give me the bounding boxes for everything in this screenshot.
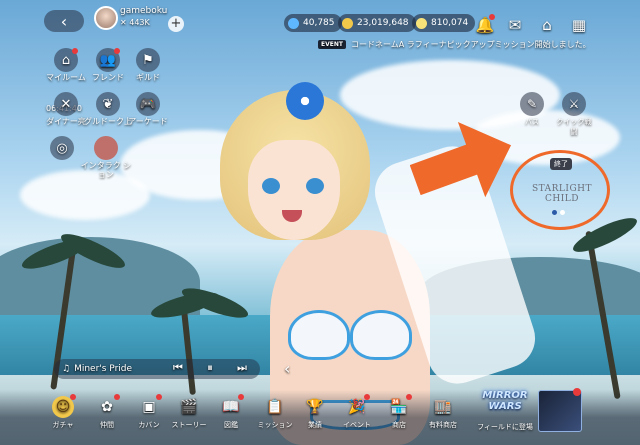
- mirror-wars-label: フィールドに登場: [477, 423, 533, 431]
- track-title: Miner's Pride: [74, 364, 133, 374]
- event-tag: EVENT: [318, 39, 346, 49]
- store-icon: 🏪: [388, 394, 412, 418]
- clipboard-icon: 📋: [266, 399, 284, 415]
- nav-badge: [70, 394, 76, 400]
- arcade-button[interactable]: 🎮 アーケード: [120, 92, 176, 126]
- friends-icon: 👥: [96, 48, 120, 72]
- nav-label: 仲間: [100, 421, 114, 429]
- top-bar: ‹ gameboku ✕ 443K + 40,785 23,019,648 81…: [0, 6, 640, 36]
- back-button[interactable]: ‹: [44, 10, 84, 32]
- nav-companions-button[interactable]: ✿ 仲間: [84, 394, 130, 430]
- ticket-icon: ✎: [520, 92, 544, 116]
- music-note-icon: ♫: [62, 364, 71, 374]
- gem-icon: [288, 17, 299, 29]
- mirror-wars-badge: [573, 388, 581, 396]
- nav-label: ミッション: [257, 421, 293, 429]
- nav-label: 図鑑: [224, 421, 238, 429]
- interaction-avatar-icon: [94, 136, 118, 160]
- gamepad-icon: 🎮: [136, 92, 160, 116]
- nav-gacha-button[interactable]: ☺ ガチャ: [40, 394, 86, 430]
- banner-title: STARLIGHT CHILD: [531, 184, 593, 204]
- nav-achievements-button[interactable]: 🏆 業績: [292, 396, 338, 430]
- nav-label: ガチャ: [52, 421, 74, 429]
- nav-label: イベント: [343, 421, 371, 429]
- trophy-icon: 🏆: [306, 399, 324, 415]
- party-icon: 🎉: [346, 394, 370, 418]
- nav-label: ストーリー: [171, 421, 207, 429]
- event-text: コードネームA ラフィーナピックアップミッション開始しました。: [350, 39, 591, 49]
- collapse-chevron-icon[interactable]: ‹: [284, 359, 290, 378]
- next-track-button[interactable]: ⏭: [234, 361, 250, 377]
- pause-button[interactable]: ⏸: [202, 361, 218, 377]
- event-ticker[interactable]: EVENT コードネームA ラフィーナピックアップミッション開始しました。: [318, 37, 598, 51]
- hair-flower: [286, 82, 324, 120]
- mail-icon[interactable]: ✉: [502, 12, 528, 38]
- companions-icon: ✿: [96, 394, 120, 418]
- mirror-wars-logo[interactable]: MIRROR WARS: [477, 390, 533, 422]
- event-banner[interactable]: 終了 STARLIGHT CHILD: [510, 150, 610, 230]
- sprout-icon: ❦: [96, 92, 120, 116]
- grid-menu-icon[interactable]: ▦: [566, 12, 592, 38]
- notification-bell-icon[interactable]: 🔔: [472, 12, 498, 38]
- nav-events-button[interactable]: 🎉 イベント: [334, 394, 380, 430]
- gacha-icon: ☺: [52, 394, 76, 418]
- avatar[interactable]: [94, 6, 118, 30]
- nav-badge: [364, 394, 370, 400]
- nav-label: 有料商店: [429, 421, 457, 429]
- clapper-icon: 🎬: [180, 399, 198, 415]
- crossed-tools-icon: ✕: [54, 92, 78, 116]
- currency-gem[interactable]: 40,785: [284, 14, 342, 32]
- coin-icon: [416, 17, 427, 29]
- add-friend-button[interactable]: +: [168, 16, 184, 32]
- camera-icon: ◎: [50, 136, 74, 160]
- chevron-left-icon: ‹: [60, 11, 68, 31]
- username: gameboku: [120, 6, 168, 16]
- nav-story-button[interactable]: 🎬 ストーリー: [166, 396, 212, 430]
- bag-icon: ▣: [138, 394, 162, 418]
- user-count: ✕ 443K: [120, 18, 150, 27]
- nav-shop-button[interactable]: 🏪 商店: [376, 394, 422, 430]
- home-settings-icon[interactable]: ⌂: [534, 12, 560, 38]
- nav-badge: [114, 394, 120, 400]
- book-icon: 📖: [220, 394, 244, 418]
- guild-button[interactable]: ⚑ ギルド: [120, 48, 176, 82]
- music-player[interactable]: ♫ Miner's Pride: [54, 359, 260, 379]
- ended-badge: 終了: [550, 158, 572, 170]
- quick-battle-button[interactable]: ⚔ クイック戦闘: [554, 92, 594, 137]
- nav-label: 商店: [392, 421, 406, 429]
- nav-label: 業績: [308, 421, 322, 429]
- nav-paid_shop-button[interactable]: 🏬 有料商店: [420, 396, 466, 430]
- house-icon: ⌂: [54, 48, 78, 72]
- previous-track-button[interactable]: ⏮: [170, 361, 186, 377]
- sword-icon: ⚔: [562, 92, 586, 116]
- nav-label: カバン: [138, 421, 160, 429]
- nav-codex-button[interactable]: 📖 図鑑: [208, 394, 254, 430]
- banner-pager[interactable]: [552, 210, 565, 215]
- nav-badge: [156, 394, 162, 400]
- currency-coin[interactable]: 810,074: [412, 14, 476, 32]
- paid-store-icon: 🏬: [434, 399, 452, 415]
- orange-arrow-icon: [410, 122, 512, 198]
- nav-badge: [238, 394, 244, 400]
- interaction-button[interactable]: インタラク ション: [78, 136, 134, 179]
- nav-badge: [406, 394, 412, 400]
- currency-gold[interactable]: 23,019,648: [338, 14, 416, 32]
- mirror-wars-thumbnail[interactable]: [538, 390, 582, 432]
- gold-icon: [342, 17, 353, 29]
- guild-icon: ⚑: [136, 48, 160, 72]
